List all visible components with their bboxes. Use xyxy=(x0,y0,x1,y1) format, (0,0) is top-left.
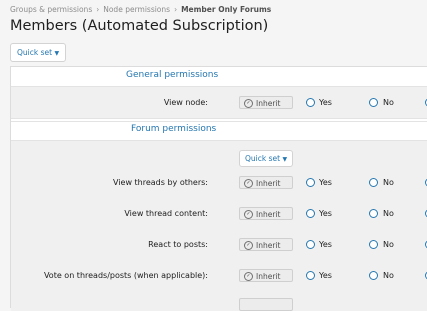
yes-label: Yes xyxy=(319,240,332,249)
breadcrumb-item-groups[interactable]: Groups & permissions xyxy=(10,5,92,14)
inherit-option[interactable]: ✓ Inherit xyxy=(239,238,293,251)
section-title-forum: Forum permissions xyxy=(131,124,217,134)
inherit-check-icon: ✓ xyxy=(244,209,253,219)
no-radio[interactable] xyxy=(369,178,378,187)
divider xyxy=(11,118,427,119)
no-radio[interactable] xyxy=(369,98,378,107)
quick-set-label: Quick set xyxy=(245,154,281,163)
section-title-general: General permissions xyxy=(126,70,219,80)
inherit-label: Inherit xyxy=(256,210,281,219)
yes-radio[interactable] xyxy=(306,178,315,187)
no-radio[interactable] xyxy=(369,209,378,218)
no-label: No xyxy=(383,209,394,218)
permission-row-view-node xyxy=(11,87,427,118)
forum-rows-background xyxy=(11,141,427,311)
page-title: Members (Automated Subscription) xyxy=(10,18,269,34)
quick-set-button[interactable]: Quick set ▼ xyxy=(10,43,67,62)
inherit-option[interactable]: ✓ Inherit xyxy=(239,207,293,220)
yes-radio[interactable] xyxy=(306,271,315,280)
no-radio[interactable] xyxy=(369,271,378,280)
no-label: No xyxy=(383,240,394,249)
inherit-label: Inherit xyxy=(256,179,281,188)
permission-label: View thread content: xyxy=(124,209,208,218)
inherit-check-icon: ✓ xyxy=(244,178,253,188)
yes-radio[interactable] xyxy=(306,240,315,249)
breadcrumb-item-current[interactable]: Member Only Forums xyxy=(181,5,271,14)
inherit-label: Inherit xyxy=(256,272,281,281)
yes-label: Yes xyxy=(319,271,332,280)
permissions-panel: General permissions View node: ✓ Inherit … xyxy=(10,66,427,311)
permission-label: View threads by others: xyxy=(113,178,208,187)
no-label: No xyxy=(383,98,394,107)
caret-down-icon: ▼ xyxy=(282,156,288,163)
forum-quick-set-button[interactable]: Quick set ▼ xyxy=(239,150,294,167)
breadcrumb-item-node-permissions[interactable]: Node permissions xyxy=(103,5,170,14)
inherit-label: Inherit xyxy=(256,99,281,108)
yes-radio[interactable] xyxy=(306,98,315,107)
permission-label: React to posts: xyxy=(148,240,208,249)
quick-set-label: Quick set xyxy=(17,48,53,57)
divider xyxy=(11,121,427,122)
inherit-check-icon: ✓ xyxy=(244,240,253,250)
inherit-label: Inherit xyxy=(256,241,281,250)
no-label: No xyxy=(383,178,394,187)
yes-label: Yes xyxy=(319,209,332,218)
yes-label: Yes xyxy=(319,178,332,187)
inherit-option[interactable]: ✓ Inherit xyxy=(239,96,293,109)
permission-label: Vote on threads/posts (when applicable): xyxy=(43,271,208,280)
no-radio[interactable] xyxy=(369,240,378,249)
breadcrumb-separator-icon: › xyxy=(96,5,100,14)
inherit-check-icon: ✓ xyxy=(244,271,253,281)
breadcrumb: Groups & permissions › Node permissions › Me… xyxy=(10,5,271,14)
inherit-option[interactable]: ✓ Inherit xyxy=(239,176,293,189)
yes-radio[interactable] xyxy=(306,209,315,218)
permission-label: View node: xyxy=(163,98,208,107)
no-label: No xyxy=(383,271,394,280)
breadcrumb-separator-icon: › xyxy=(174,5,178,14)
yes-label: Yes xyxy=(319,98,332,107)
caret-down-icon: ▼ xyxy=(54,50,60,57)
inherit-option[interactable]: ✓ Inherit xyxy=(239,269,293,282)
inherit-check-icon: ✓ xyxy=(244,98,253,108)
